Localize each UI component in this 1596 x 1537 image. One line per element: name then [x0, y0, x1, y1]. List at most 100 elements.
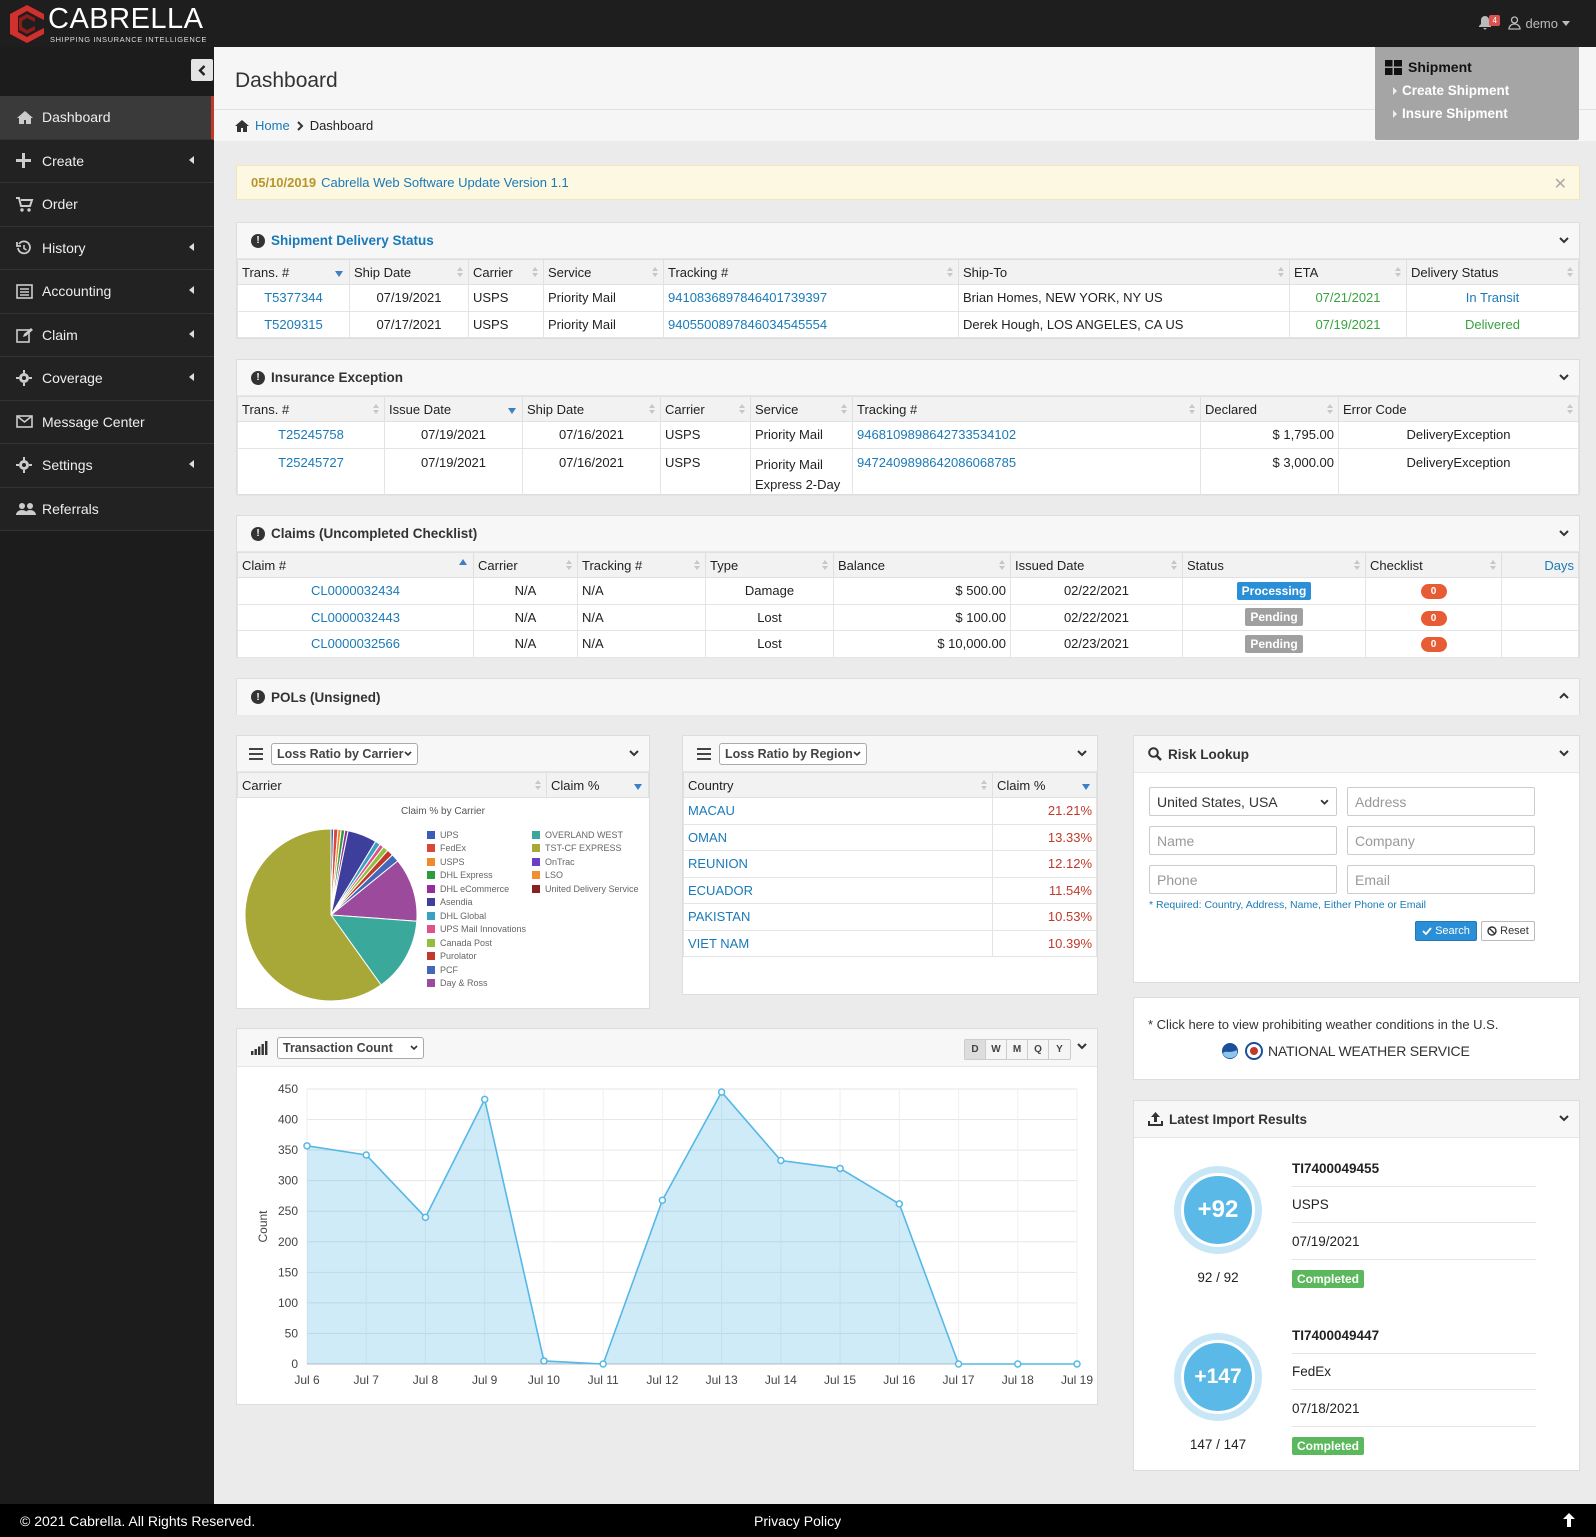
data-point[interactable]: [777, 1156, 785, 1165]
sidebar-item-coverage[interactable]: Coverage: [0, 357, 214, 401]
panel-header[interactable]: ! Claims (Uncompleted Checklist): [237, 516, 1579, 552]
column-header[interactable]: Tracking #: [663, 259, 959, 285]
period-day-button[interactable]: D: [965, 1040, 986, 1059]
claim-link[interactable]: CL0000032434: [311, 583, 400, 598]
trans-link[interactable]: T25245758: [278, 427, 344, 442]
legend-item[interactable]: OVERLAND WEST: [532, 828, 639, 842]
data-point[interactable]: [836, 1164, 844, 1173]
column-header[interactable]: Type: [705, 552, 834, 578]
data-point[interactable]: [303, 1142, 311, 1150]
checklist-badge[interactable]: 0: [1420, 610, 1447, 626]
weather-panel[interactable]: * Click here to view prohibiting weather…: [1133, 997, 1580, 1080]
tracking-link[interactable]: 9410836897846401739397: [668, 290, 827, 305]
tracking-link[interactable]: 9468109898642733534102: [857, 427, 1016, 442]
column-header[interactable]: Service: [750, 396, 853, 422]
hamburger-icon[interactable]: [249, 747, 263, 760]
column-header[interactable]: Issued Date: [1010, 552, 1183, 578]
transaction-chart-select[interactable]: Transaction Count: [277, 1036, 424, 1059]
legend-item[interactable]: UPS: [427, 828, 526, 842]
chevron-down-icon[interactable]: [629, 748, 639, 758]
insure-shipment-link[interactable]: Insure Shipment: [1393, 106, 1569, 121]
column-header[interactable]: Delivery Status: [1406, 259, 1579, 285]
legend-item[interactable]: Purolator: [427, 950, 526, 964]
sidebar-item-order[interactable]: Order: [0, 183, 214, 227]
phone-input[interactable]: Phone: [1149, 865, 1337, 894]
column-header[interactable]: Ship Date: [349, 259, 469, 285]
create-shipment-link[interactable]: Create Shipment: [1393, 83, 1569, 98]
checklist-badge[interactable]: 0: [1420, 584, 1447, 600]
search-button[interactable]: Search: [1415, 921, 1477, 941]
sidebar-item-referrals[interactable]: Referrals: [0, 487, 214, 531]
period-year-button[interactable]: Y: [1049, 1040, 1070, 1059]
column-header[interactable]: Trans. #: [237, 396, 385, 422]
data-point[interactable]: [1014, 1360, 1022, 1368]
country-select[interactable]: United States, USA: [1149, 787, 1337, 816]
column-header[interactable]: Ship Date: [522, 396, 661, 422]
close-icon[interactable]: ✕: [1554, 174, 1567, 194]
country-link[interactable]: MACAU: [688, 803, 735, 818]
sidebar-item-create[interactable]: Create: [0, 139, 214, 183]
chevron-down-icon[interactable]: [1559, 372, 1569, 382]
legend-item[interactable]: DHL eCommerce: [427, 882, 526, 896]
address-input[interactable]: Address: [1347, 787, 1535, 816]
chevron-down-icon[interactable]: [1077, 1041, 1087, 1051]
data-point[interactable]: [658, 1196, 667, 1204]
data-point[interactable]: [717, 1088, 726, 1096]
column-header[interactable]: Carrier: [237, 772, 547, 798]
legend-item[interactable]: UPS Mail Innovations: [427, 923, 526, 937]
data-point[interactable]: [540, 1357, 548, 1365]
legend-item[interactable]: Asendia: [427, 896, 526, 910]
column-header[interactable]: ETA: [1289, 259, 1407, 285]
sidebar-item-settings[interactable]: Settings: [0, 444, 214, 488]
country-link[interactable]: PAKISTAN: [688, 909, 750, 924]
chevron-down-icon[interactable]: [1559, 1113, 1569, 1123]
name-input[interactable]: Name: [1149, 826, 1337, 855]
hamburger-icon[interactable]: [697, 747, 711, 760]
panel-header[interactable]: Latest Import Results: [1134, 1101, 1579, 1138]
chevron-down-icon[interactable]: [1077, 748, 1087, 758]
column-header[interactable]: Carrier: [473, 552, 578, 578]
sidebar-item-claim[interactable]: Claim: [0, 313, 214, 357]
column-header[interactable]: Carrier: [660, 396, 751, 422]
chevron-down-icon[interactable]: [1559, 235, 1569, 245]
data-point[interactable]: [954, 1360, 963, 1368]
legend-item[interactable]: DHL Express: [427, 869, 526, 883]
sidebar-item-dashboard[interactable]: Dashboard: [0, 96, 214, 140]
data-point[interactable]: [480, 1095, 489, 1104]
checklist-badge[interactable]: 0: [1420, 637, 1447, 653]
column-header[interactable]: Trans. #: [237, 259, 350, 285]
breadcrumb-home-link[interactable]: Home: [255, 118, 290, 133]
country-link[interactable]: VIET NAM: [688, 936, 749, 951]
weather-link[interactable]: * Click here to view prohibiting weather…: [1148, 1017, 1498, 1032]
legend-item[interactable]: Day & Ross: [427, 977, 526, 991]
column-header[interactable]: Claim %: [546, 772, 649, 798]
company-input[interactable]: Company: [1347, 826, 1535, 855]
legend-item[interactable]: PCF: [427, 963, 526, 977]
sidebar-item-message-center[interactable]: Message Center: [0, 400, 214, 444]
column-header[interactable]: Issue Date: [384, 396, 523, 422]
tracking-link[interactable]: 9472409898642086068785: [857, 455, 1016, 470]
legend-item[interactable]: Canada Post: [427, 936, 526, 950]
notifications-button[interactable]: 4: [1478, 15, 1500, 31]
data-point[interactable]: [421, 1213, 430, 1222]
reset-button[interactable]: Reset: [1481, 921, 1535, 941]
region-chart-select[interactable]: Loss Ratio by Region: [719, 742, 867, 765]
trans-link[interactable]: T5209315: [264, 317, 323, 332]
arrow-up-icon[interactable]: [1562, 1512, 1576, 1528]
column-header[interactable]: Claim #: [237, 552, 474, 578]
tracking-link[interactable]: 9405500897846034545554: [668, 317, 827, 332]
column-header[interactable]: Declared: [1200, 396, 1339, 422]
panel-header[interactable]: ! Insurance Exception: [237, 360, 1579, 396]
column-header[interactable]: Balance: [833, 552, 1011, 578]
legend-item[interactable]: TST-CF EXPRESS: [532, 842, 639, 856]
data-point[interactable]: [895, 1200, 904, 1208]
column-header[interactable]: Tracking #: [577, 552, 706, 578]
country-link[interactable]: ECUADOR: [688, 883, 753, 898]
period-week-button[interactable]: W: [986, 1040, 1007, 1059]
legend-item[interactable]: OnTrac: [532, 855, 639, 869]
data-point[interactable]: [599, 1360, 607, 1368]
panel-header[interactable]: ! Shipment Delivery Status: [237, 223, 1579, 259]
alert-link[interactable]: Cabrella Web Software Update Version 1.1: [321, 175, 569, 190]
column-header[interactable]: Carrier: [468, 259, 544, 285]
trans-link[interactable]: T25245727: [278, 455, 344, 470]
